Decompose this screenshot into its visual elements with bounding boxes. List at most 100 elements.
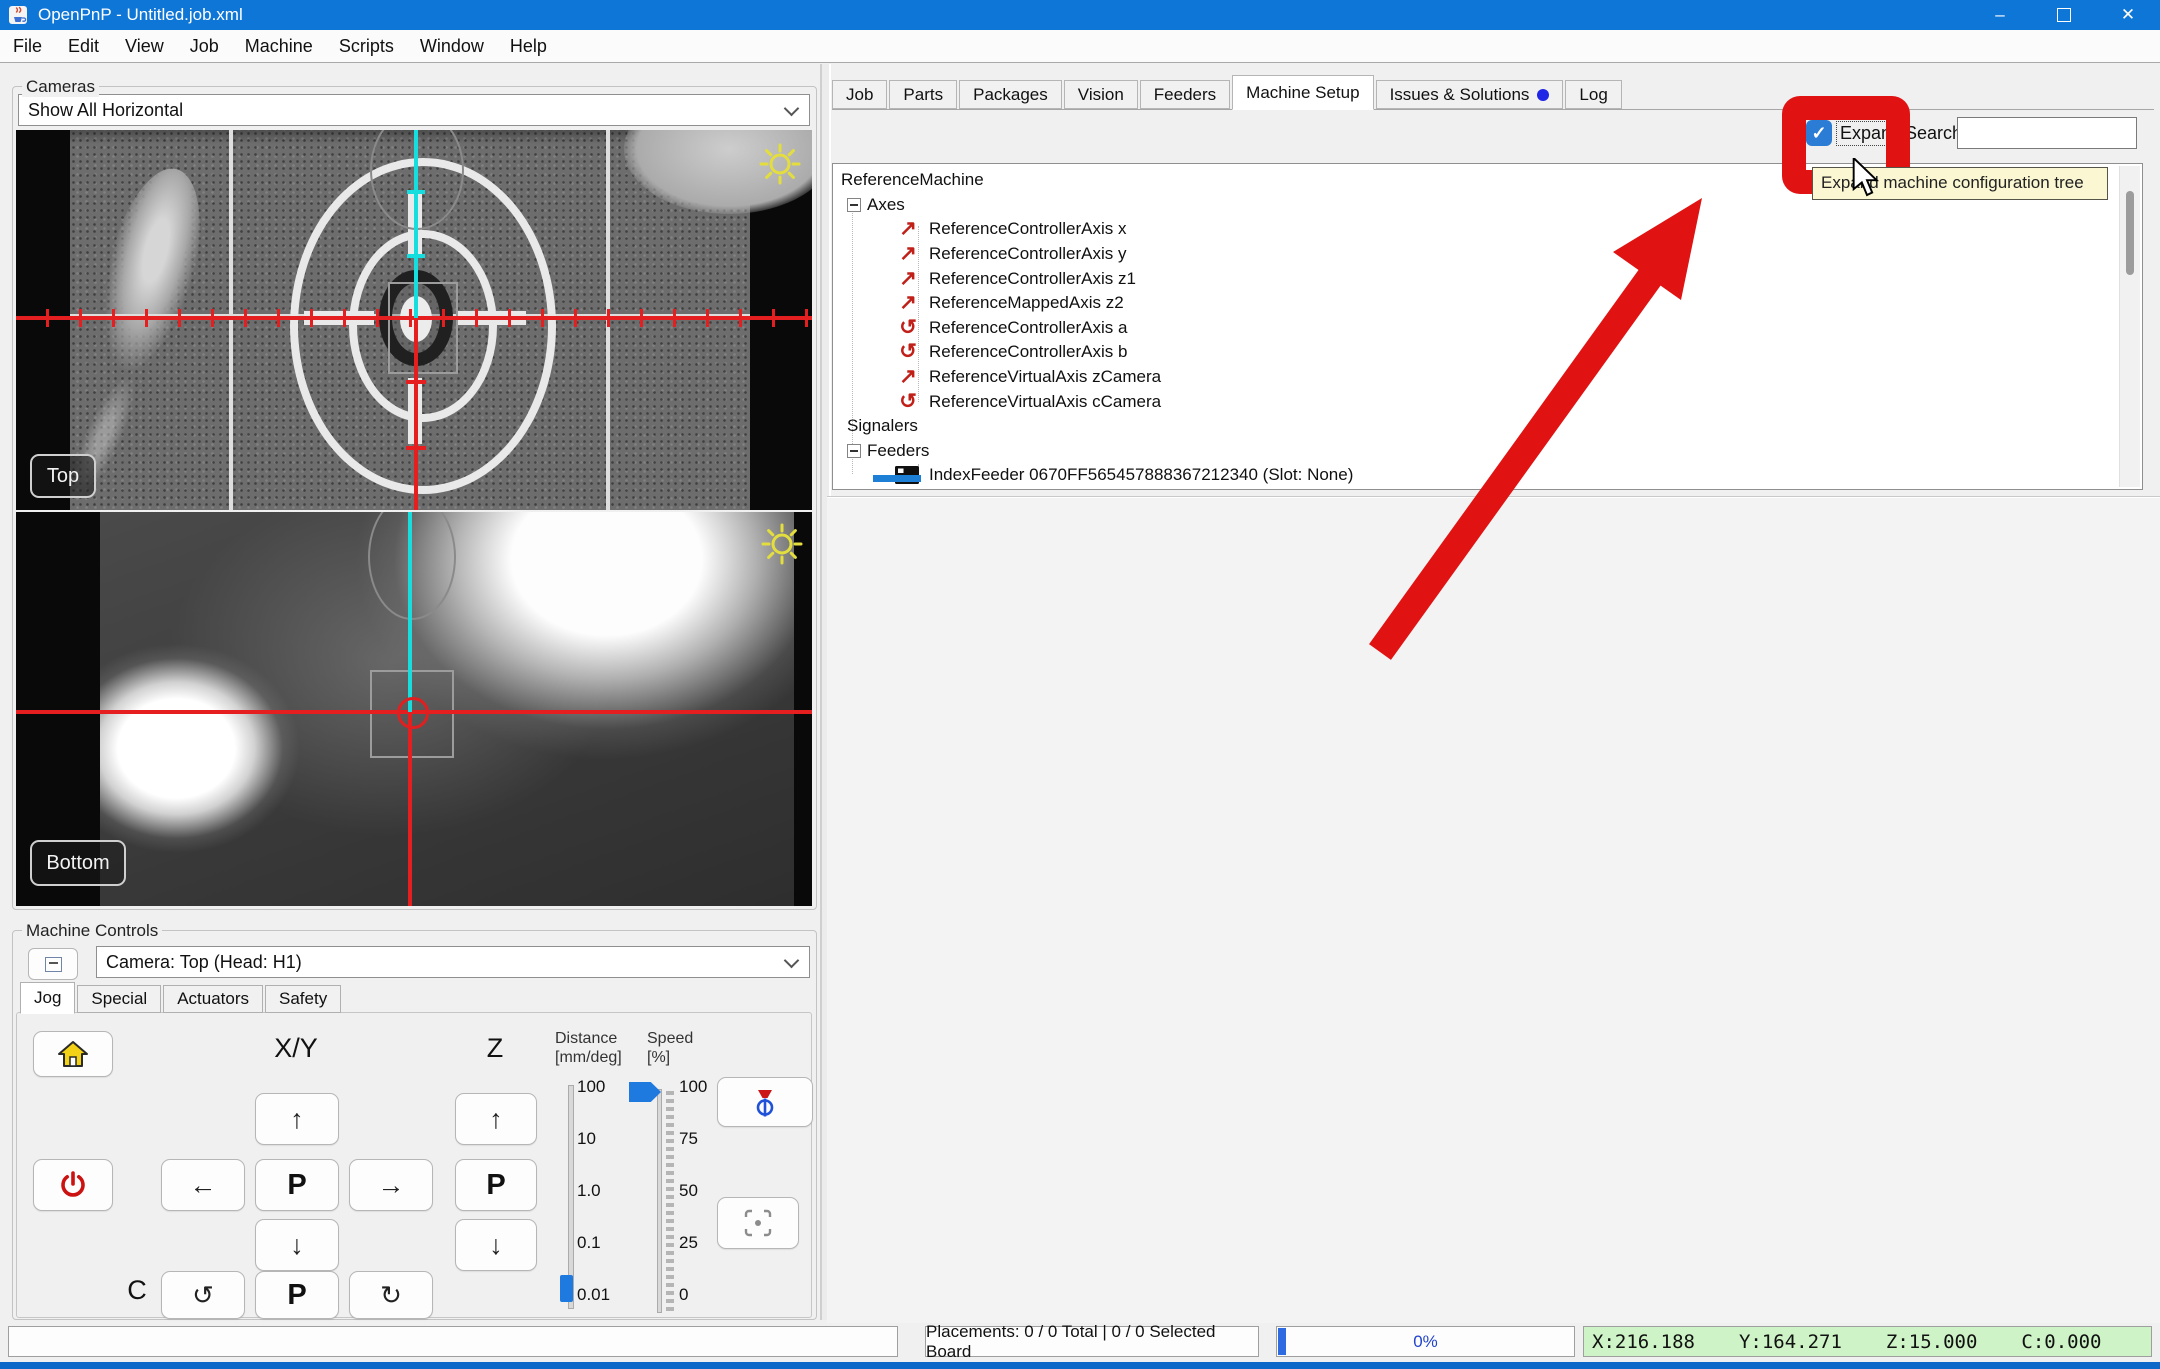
jog-tab-jog[interactable]: Jog <box>20 982 75 1014</box>
tab-job[interactable]: Job <box>832 80 887 109</box>
tree-node-signalers[interactable]: Signalers <box>833 414 2142 439</box>
park-z-button[interactable]: P <box>455 1159 537 1211</box>
tree-node-referencevirtualaxis-zcamera[interactable]: ↗ReferenceVirtualAxis zCamera <box>833 365 2142 390</box>
power-button[interactable] <box>33 1159 113 1211</box>
menu-item-help[interactable]: Help <box>497 31 560 62</box>
jog-y-plus-button[interactable]: ↑ <box>255 1093 339 1145</box>
tree-node-referencevirtualaxis-ccamera[interactable]: ↺ ReferenceVirtualAxis cCamera <box>833 389 2142 414</box>
brightness-icon[interactable] <box>760 522 804 571</box>
feeder-selection-bar <box>873 475 921 482</box>
tab-log[interactable]: Log <box>1565 80 1621 109</box>
tree-label: ReferenceMachine <box>841 170 984 190</box>
jog-x-minus-button[interactable]: ← <box>161 1159 245 1211</box>
collapse-jog-button[interactable] <box>28 948 78 980</box>
speed-tick-100: 100 <box>679 1077 707 1097</box>
speed-slider[interactable] <box>657 1089 662 1313</box>
tree-scrollbar[interactable] <box>2119 166 2140 487</box>
menu-bar: FileEditViewJobMachineScriptsWindowHelp <box>0 30 2160 63</box>
camera-view-selector[interactable]: Show All Horizontal <box>18 94 810 126</box>
distance-slider-thumb[interactable] <box>560 1275 573 1302</box>
speed-tick-50: 50 <box>679 1181 698 1201</box>
tree-node-referencecontrolleraxis-a[interactable]: ↺ReferenceControllerAxis a <box>833 316 2142 341</box>
menu-item-scripts[interactable]: Scripts <box>326 31 407 62</box>
tab-vision[interactable]: Vision <box>1064 80 1138 109</box>
chevron-down-icon <box>784 101 800 117</box>
head-mountable-selector[interactable]: Camera: Top (Head: H1) <box>96 946 810 978</box>
tab-feeders[interactable]: Feeders <box>1140 80 1230 109</box>
top-camera-view[interactable]: Top <box>16 130 812 510</box>
capture-camera-location-button[interactable] <box>717 1197 799 1249</box>
tab-machine-setup[interactable]: Machine Setup <box>1232 75 1373 110</box>
close-button[interactable]: ✕ <box>2096 0 2160 30</box>
dro-y: Y:164.271 <box>1739 1331 1842 1353</box>
position-nozzle-over-camera-button[interactable] <box>717 1077 813 1127</box>
tree-scrollbar-thumb[interactable] <box>2126 191 2134 275</box>
menu-item-window[interactable]: Window <box>407 31 497 62</box>
tree-node-referencecontrolleraxis-y[interactable]: ↗ReferenceControllerAxis y <box>833 242 2142 267</box>
tree-label: Feeders <box>867 441 929 461</box>
jog-tab-actuators[interactable]: Actuators <box>163 985 263 1013</box>
jog-y-minus-button[interactable]: ↓ <box>255 1219 339 1271</box>
menu-item-machine[interactable]: Machine <box>232 31 326 62</box>
crosshair-center-circle <box>397 697 429 729</box>
property-sheet-empty-area <box>827 496 2160 1323</box>
home-button[interactable] <box>33 1031 113 1077</box>
jog-z-minus-button[interactable]: ↓ <box>455 1219 537 1271</box>
menu-item-job[interactable]: Job <box>177 31 232 62</box>
expander-minus-icon[interactable] <box>847 444 861 458</box>
tree-node-referencemappedaxis-z2[interactable]: ↗ReferenceMappedAxis z2 <box>833 291 2142 316</box>
c-axis-header: C <box>121 1275 153 1306</box>
window-bottom-border <box>0 1362 2160 1369</box>
jog-z-plus-button[interactable]: ↑ <box>455 1093 537 1145</box>
tree-node-feeders[interactable]: Feeders <box>833 439 2142 464</box>
cameras-group-label: Cameras <box>22 77 99 97</box>
search-input[interactable] <box>1957 117 2137 149</box>
tree-node-referencecontrolleraxis-z1[interactable]: ↗ReferenceControllerAxis z1 <box>833 266 2142 291</box>
head-mountable-selected-value: Camera: Top (Head: H1) <box>106 952 302 973</box>
tree-node-referencecontrolleraxis-b[interactable]: ↺ReferenceControllerAxis b <box>833 340 2142 365</box>
park-xy-button[interactable]: P <box>255 1159 339 1211</box>
jog-tab-special[interactable]: Special <box>77 985 161 1013</box>
main-tab-bar: JobPartsPackagesVisionFeedersMachine Set… <box>832 74 2154 110</box>
bottom-camera-view[interactable]: Bottom <box>16 512 812 906</box>
arrow-down-icon: ↓ <box>489 1230 503 1261</box>
menu-item-edit[interactable]: Edit <box>55 31 112 62</box>
placements-status: Placements: 0 / 0 Total | 0 / 0 Selected… <box>925 1326 1259 1357</box>
tree-node-referencecontrolleraxis-x[interactable]: ↗ReferenceControllerAxis x <box>833 217 2142 242</box>
distance-header: Distance[mm/deg] <box>555 1029 622 1067</box>
camera-way-line <box>408 512 412 712</box>
tree-label: IndexFeeder 0670FF565457888367212340 (Sl… <box>929 465 1353 485</box>
tab-issues-solutions[interactable]: Issues & Solutions <box>1376 80 1564 109</box>
park-c-button[interactable]: P <box>255 1271 339 1319</box>
tree-label: ReferenceControllerAxis z1 <box>929 269 1136 289</box>
menu-item-view[interactable]: View <box>112 31 177 62</box>
brightness-icon[interactable] <box>758 142 802 191</box>
notification-dot-icon <box>1537 89 1549 101</box>
jog-c-ccw-button[interactable]: ↺ <box>161 1271 245 1319</box>
menu-item-file[interactable]: File <box>0 31 55 62</box>
tab-parts[interactable]: Parts <box>889 80 957 109</box>
tree-label: Axes <box>867 195 905 215</box>
dro-c: C:0.000 <box>2021 1331 2101 1353</box>
linear-axis-icon: ↗ <box>895 367 921 387</box>
linear-axis-icon: ↗ <box>895 219 921 239</box>
jog-x-plus-button[interactable]: → <box>349 1159 433 1211</box>
jog-c-cw-button[interactable]: ↻ <box>349 1271 433 1319</box>
home-icon <box>56 1039 90 1069</box>
rotary-axis-icon: ↺ <box>895 392 921 412</box>
java-app-icon <box>8 5 28 25</box>
distance-tick-0-1: 0.1 <box>577 1233 601 1253</box>
crosshair-vertical <box>408 712 412 906</box>
tree-node-indexfeeder-0670ff565457888367212340-slo[interactable]: IndexFeeder 0670FF565457888367212340 (Sl… <box>833 463 2142 488</box>
jog-tab-safety[interactable]: Safety <box>265 985 341 1013</box>
minimize-button[interactable]: – <box>1968 0 2032 30</box>
z-axis-header: Z <box>455 1033 535 1064</box>
maximize-button[interactable] <box>2032 0 2096 30</box>
capture-frame-icon <box>743 1208 773 1238</box>
jog-panel: X/Y Z Distance[mm/deg] Speed[%] ↑ ← P → … <box>16 1012 812 1318</box>
tree-label: Signalers <box>847 416 918 436</box>
expander-minus-icon[interactable] <box>847 198 861 212</box>
tab-packages[interactable]: Packages <box>959 80 1062 109</box>
tree-label: ReferenceVirtualAxis cCamera <box>929 392 1161 412</box>
dro-coordinates: X:216.188 Y:164.271 Z:15.000 C:0.000 <box>1583 1326 2152 1357</box>
